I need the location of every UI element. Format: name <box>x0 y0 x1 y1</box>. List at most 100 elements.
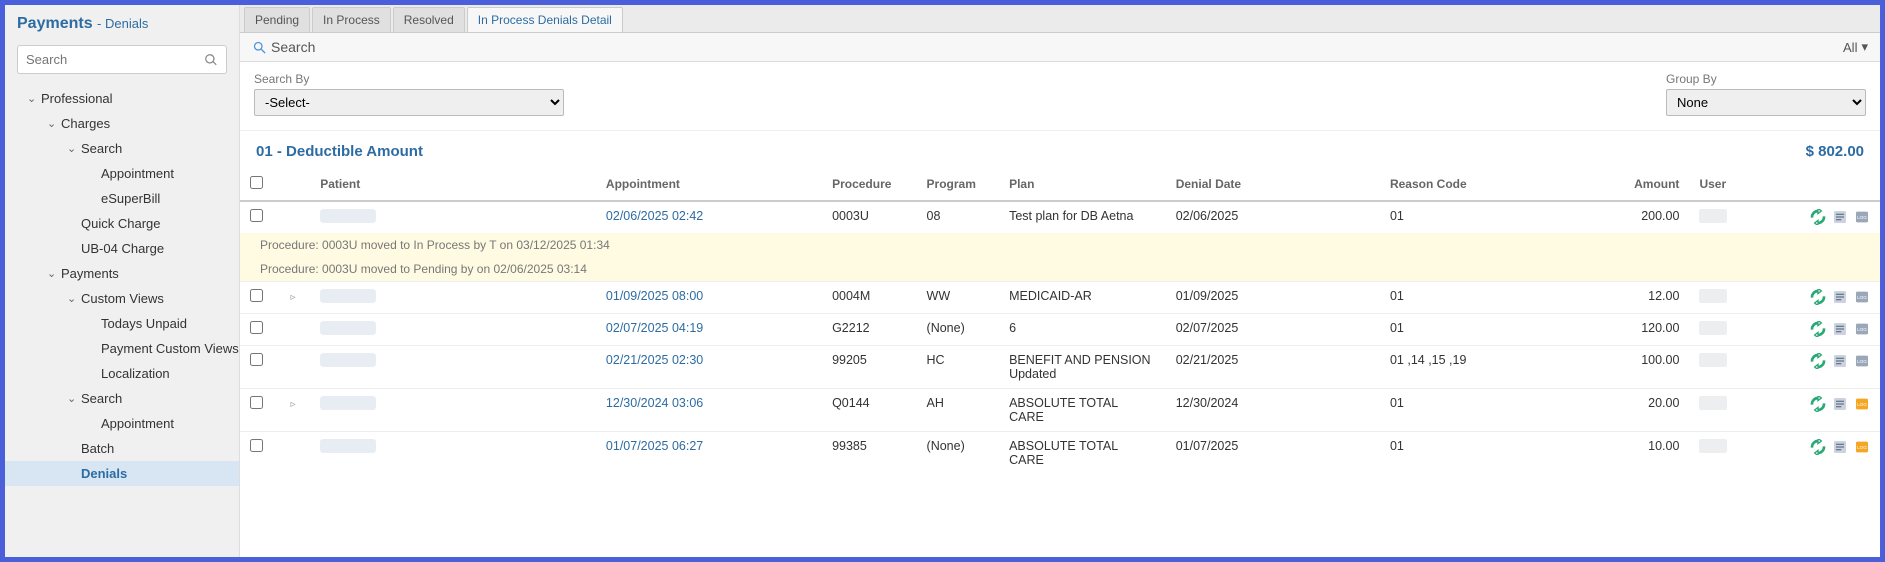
nav-item-label: Search <box>81 141 122 156</box>
log-icon[interactable]: LOG <box>1854 321 1870 337</box>
header-reason[interactable]: Reason Code <box>1380 168 1594 201</box>
nav-item-payment-custom-views[interactable]: Payment Custom Views <box>5 336 239 361</box>
row-checkbox[interactable] <box>250 396 263 409</box>
nav-item-denials[interactable]: Denials <box>5 461 239 486</box>
nav-item-professional[interactable]: ⌄Professional <box>5 86 239 111</box>
header-program[interactable]: Program <box>917 168 1000 201</box>
reason-cell: 01 ,14 ,15 ,19 <box>1380 346 1594 389</box>
note-icon[interactable] <box>1832 396 1848 412</box>
select-all-checkbox[interactable] <box>250 176 263 189</box>
nav-item-charges[interactable]: ⌄Charges <box>5 111 239 136</box>
nav-item-label: Payment Custom Views <box>101 341 239 356</box>
row-checkbox[interactable] <box>250 439 263 452</box>
amount-cell: 12.00 <box>1594 282 1689 314</box>
header-user[interactable]: User <box>1689 168 1772 201</box>
user-redacted <box>1699 209 1727 223</box>
nav-item-quick-charge[interactable]: Quick Charge <box>5 211 239 236</box>
appointment-link[interactable]: 01/07/2025 06:27 <box>606 439 703 453</box>
search-bar: Search All ▾ <box>240 33 1880 62</box>
plan-cell: ABSOLUTE TOTAL CARE <box>999 432 1166 475</box>
tab-in-process-denials-detail[interactable]: In Process Denials Detail <box>467 7 623 32</box>
log-icon[interactable]: LOG <box>1854 289 1870 305</box>
history-text: Procedure: 0003U moved to Pending by on … <box>240 257 1880 282</box>
denials-table: Patient Appointment Procedure Program Pl… <box>240 168 1880 474</box>
all-dropdown[interactable]: All ▾ <box>1843 39 1868 55</box>
note-icon[interactable] <box>1832 353 1848 369</box>
nav-item-ub-04-charge[interactable]: UB-04 Charge <box>5 236 239 261</box>
sidebar-search[interactable] <box>17 45 227 74</box>
note-icon[interactable] <box>1832 439 1848 455</box>
expand-toggle-icon[interactable]: ▹ <box>290 292 295 303</box>
appointment-link[interactable]: 02/06/2025 02:42 <box>606 209 703 223</box>
patient-redacted[interactable] <box>320 396 376 410</box>
chevron-icon: ⌄ <box>27 92 37 105</box>
nav-item-search[interactable]: ⌄Search <box>5 386 239 411</box>
plan-cell: BENEFIT AND PENSION Updated <box>999 346 1166 389</box>
header-check[interactable] <box>240 168 280 201</box>
appointment-link[interactable]: 02/21/2025 02:30 <box>606 353 703 367</box>
note-icon[interactable] <box>1832 209 1848 225</box>
refresh-icon[interactable] <box>1810 439 1826 455</box>
tab-in-process[interactable]: In Process <box>312 7 391 32</box>
refresh-icon[interactable] <box>1810 353 1826 369</box>
nav-item-appointment[interactable]: Appointment <box>5 411 239 436</box>
log-icon[interactable]: LOG <box>1854 396 1870 412</box>
appointment-link[interactable]: 02/07/2025 04:19 <box>606 321 703 335</box>
row-checkbox[interactable] <box>250 353 263 366</box>
patient-redacted[interactable] <box>320 353 376 367</box>
group-by-select[interactable]: None <box>1666 89 1866 116</box>
sidebar-search-input[interactable] <box>18 46 226 73</box>
nav-item-custom-views[interactable]: ⌄Custom Views <box>5 286 239 311</box>
denial-date-cell: 01/09/2025 <box>1166 282 1380 314</box>
nav-item-localization[interactable]: Localization <box>5 361 239 386</box>
amount-cell: 100.00 <box>1594 346 1689 389</box>
row-actions: LOG <box>1783 396 1870 412</box>
procedure-cell: 99385 <box>822 432 916 475</box>
row-checkbox[interactable] <box>250 289 263 302</box>
table-wrap[interactable]: Patient Appointment Procedure Program Pl… <box>240 168 1880 557</box>
nav-item-label: Appointment <box>101 166 174 181</box>
row-actions: LOG <box>1783 289 1870 305</box>
header-procedure[interactable]: Procedure <box>822 168 916 201</box>
note-icon[interactable] <box>1832 321 1848 337</box>
patient-redacted[interactable] <box>320 289 376 303</box>
refresh-icon[interactable] <box>1810 209 1826 225</box>
refresh-icon[interactable] <box>1810 289 1826 305</box>
history-row: Procedure: 0003U moved to Pending by on … <box>240 257 1880 282</box>
nav-item-todays-unpaid[interactable]: Todays Unpaid <box>5 311 239 336</box>
svg-text:LOG: LOG <box>1857 215 1867 220</box>
tab-pending[interactable]: Pending <box>244 7 310 32</box>
tab-resolved[interactable]: Resolved <box>393 7 465 32</box>
nav-item-appointment[interactable]: Appointment <box>5 161 239 186</box>
patient-redacted[interactable] <box>320 321 376 335</box>
appointment-link[interactable]: 12/30/2024 03:06 <box>606 396 703 410</box>
header-amount[interactable]: Amount <box>1594 168 1689 201</box>
header-denial-date[interactable]: Denial Date <box>1166 168 1380 201</box>
nav-item-payments[interactable]: ⌄Payments <box>5 261 239 286</box>
search-by-select[interactable]: -Select- <box>254 89 564 116</box>
table-row: 02/07/2025 04:19G2212(None)602/07/202501… <box>240 314 1880 346</box>
nav-item-esuperbill[interactable]: eSuperBill <box>5 186 239 211</box>
refresh-icon[interactable] <box>1810 321 1826 337</box>
note-icon[interactable] <box>1832 289 1848 305</box>
header-patient[interactable]: Patient <box>310 168 596 201</box>
svg-text:LOG: LOG <box>1857 359 1867 364</box>
nav-item-search[interactable]: ⌄Search <box>5 136 239 161</box>
row-checkbox[interactable] <box>250 321 263 334</box>
refresh-icon[interactable] <box>1810 396 1826 412</box>
search-bar-left[interactable]: Search <box>252 39 315 55</box>
group-total: $ 802.00 <box>1806 143 1864 160</box>
history-row: Procedure: 0003U moved to In Process by … <box>240 233 1880 257</box>
appointment-link[interactable]: 01/09/2025 08:00 <box>606 289 703 303</box>
header-plan[interactable]: Plan <box>999 168 1166 201</box>
expand-toggle-icon[interactable]: ▹ <box>290 399 295 410</box>
log-icon[interactable]: LOG <box>1854 353 1870 369</box>
log-icon[interactable]: LOG <box>1854 209 1870 225</box>
nav-item-batch[interactable]: Batch <box>5 436 239 461</box>
log-icon[interactable]: LOG <box>1854 439 1870 455</box>
header-appointment[interactable]: Appointment <box>596 168 822 201</box>
row-checkbox[interactable] <box>250 209 263 222</box>
patient-redacted[interactable] <box>320 209 376 223</box>
patient-redacted[interactable] <box>320 439 376 453</box>
page-title: Payments - Denials <box>17 15 148 32</box>
